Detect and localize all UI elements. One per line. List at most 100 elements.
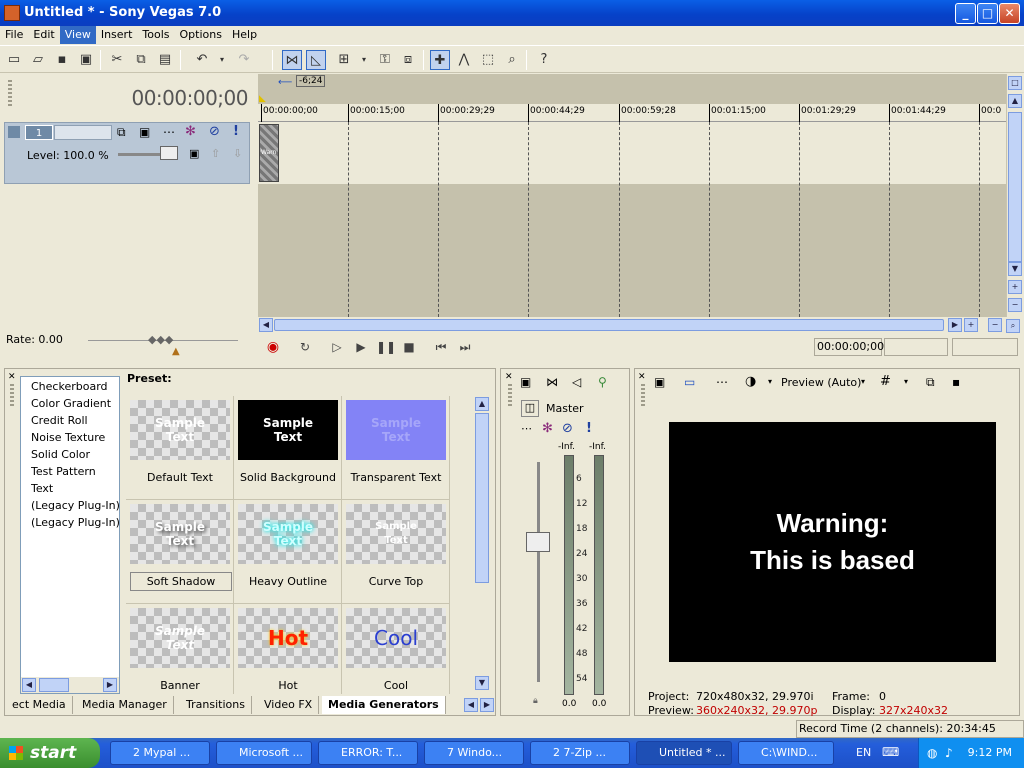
track-motion-icon[interactable]: ⧉ (117, 125, 126, 140)
preview-properties-icon[interactable]: ▣ (654, 375, 665, 389)
panel-close-icon[interactable]: ✕ (8, 372, 16, 382)
volume-icon[interactable]: ♪ (945, 738, 953, 768)
ripple-icon[interactable]: ⊞ (334, 50, 354, 70)
go-to-end-icon[interactable]: ⏭ (456, 338, 474, 356)
scroll-thumb[interactable] (39, 678, 69, 692)
pause-icon[interactable]: ❚❚ (376, 338, 396, 356)
drag-handle[interactable] (641, 384, 645, 408)
solo-icon[interactable]: ! (586, 421, 592, 436)
tab-video-fx[interactable]: Video FX (258, 696, 320, 714)
generator-item[interactable]: Solid Color (31, 448, 119, 461)
media-clip[interactable]: Warn (259, 124, 279, 182)
compositing-icon[interactable]: ⋯ (163, 125, 175, 139)
move-up-icon[interactable]: ⇧ (211, 147, 220, 160)
video-track-header[interactable]: 1 ⧉ ▣ ⋯ ✻ ⊘ ! Level: 100.0 % ▣ ⇧ ⇩ (4, 122, 250, 184)
selection-start-field[interactable] (884, 338, 948, 356)
video-track-lane[interactable] (258, 122, 1006, 184)
drag-handle[interactable] (8, 80, 12, 108)
menu-file[interactable]: File (0, 26, 28, 44)
open-icon[interactable]: ▱ (28, 50, 48, 70)
dim-output-icon[interactable]: ◁ (572, 375, 581, 389)
horizontal-scrollbar[interactable]: ◀ ▶ + − (258, 317, 1006, 333)
save-icon[interactable]: ▪ (52, 50, 72, 70)
zoom-tool-icon[interactable]: ⌕ (1006, 319, 1020, 333)
mute-icon[interactable]: ⊘ (209, 124, 220, 139)
generator-item[interactable]: (Legacy Plug-In) T (31, 499, 119, 512)
maximize-track-icon[interactable]: □ (1008, 76, 1022, 90)
copy-icon[interactable]: ⧉ (131, 50, 151, 70)
split-screen-icon[interactable]: ◑ (745, 374, 756, 389)
fx-gear-icon[interactable]: ✻ (542, 421, 553, 436)
master-fader-knob[interactable] (526, 532, 550, 552)
selection-length-field[interactable] (952, 338, 1018, 356)
mixer-properties-icon[interactable]: ▣ (520, 375, 531, 389)
zoom-out-horizontal-icon[interactable]: − (988, 318, 1002, 332)
generator-item[interactable]: Checkerboard (31, 380, 119, 393)
taskbar-item-cmd[interactable]: C:\WIND... (738, 741, 834, 765)
record-icon[interactable]: ◉ (264, 338, 282, 356)
overlays-grid-icon[interactable]: # (880, 374, 891, 389)
master-fader-track[interactable] (537, 462, 540, 682)
preview-fx-icon[interactable]: ⋯ (716, 375, 728, 389)
menu-insert[interactable]: Insert (96, 26, 138, 44)
vertical-scrollbar[interactable]: □ ▲ ▼ + − (1006, 74, 1022, 317)
copy-snapshot-icon[interactable]: ⧉ (926, 375, 935, 390)
paste-icon[interactable]: ▤ (155, 50, 175, 70)
panel-close-icon[interactable]: ✕ (638, 372, 646, 382)
compositing-icon[interactable]: ⋯ (521, 422, 532, 435)
taskbar-item-windows[interactable]: 7 Windo... (424, 741, 524, 765)
menu-help[interactable]: Help (227, 26, 262, 44)
drag-handle[interactable] (10, 384, 14, 408)
generator-list[interactable]: Checkerboard Color Gradient Credit Roll … (20, 376, 120, 694)
save-snapshot-icon[interactable]: ▪ (952, 375, 960, 389)
track-fx-icon[interactable]: ▣ (139, 125, 150, 139)
taskbar-item-microsoft[interactable]: Microsoft ... (216, 741, 312, 765)
taskbar-item-mypal[interactable]: 2 Mypal ... (110, 741, 210, 765)
undo-dropdown-icon[interactable]: ▾ (212, 50, 232, 70)
scroll-down-icon[interactable]: ▼ (475, 676, 489, 690)
menu-tools[interactable]: Tools (137, 26, 174, 44)
preset-hot[interactable]: Hot Hot (234, 604, 342, 694)
maximize-button[interactable]: □ (977, 3, 998, 24)
tab-scroll-left-icon[interactable]: ◀ (464, 698, 478, 712)
level-slider-knob[interactable] (160, 146, 178, 160)
redo-icon[interactable]: ↷ (234, 50, 254, 70)
list-hscrollbar[interactable]: ◀ ▶ (21, 677, 119, 693)
external-monitor-icon[interactable]: ▭ (684, 375, 695, 389)
scroll-thumb[interactable] (1008, 112, 1022, 262)
mute-icon[interactable]: ⊘ (562, 421, 573, 436)
preset-soft-shadow[interactable]: Sample Text Soft Shadow (126, 500, 234, 604)
lock-envelopes-icon[interactable]: ⚿ (375, 50, 395, 70)
network-icon[interactable]: ◍ (927, 738, 937, 768)
insert-bus-icon[interactable]: ⚲ (598, 375, 607, 389)
taskbar-item-7zip[interactable]: 2 7-Zip ... (530, 741, 630, 765)
preset-vscrollbar[interactable]: ▲ ▼ (474, 396, 490, 692)
preset-transparent-text[interactable]: Sample Text Transparent Text (342, 396, 450, 500)
zoom-out-vertical-icon[interactable]: − (1008, 298, 1022, 312)
generator-item[interactable]: Text (31, 482, 119, 495)
tab-media-manager[interactable]: Media Manager (76, 696, 174, 714)
generator-item[interactable]: Noise Texture (31, 431, 119, 444)
overlays-dropdown-icon[interactable]: ▾ (904, 377, 908, 386)
play-from-start-icon[interactable]: ▷ (328, 338, 346, 356)
master-bus-icon[interactable]: ◫ (521, 400, 539, 417)
menu-edit[interactable]: Edit (28, 26, 59, 44)
track-name-input[interactable] (54, 125, 112, 140)
stop-icon[interactable]: ■ (400, 338, 418, 356)
language-indicator[interactable]: EN (856, 746, 871, 759)
loop-icon[interactable]: ↻ (296, 338, 314, 356)
menu-options[interactable]: Options (175, 26, 227, 44)
timeline-area[interactable]: -6;24 ⟵ ◣ 00:00:00;00 00:00:15;00 00:00:… (258, 74, 1006, 317)
preview-quality-dropdown-icon[interactable]: ▾ (861, 377, 865, 386)
tab-transitions[interactable]: Transitions (180, 696, 252, 714)
scroll-left-icon[interactable]: ◀ (22, 678, 36, 692)
play-icon[interactable]: ▶ (352, 338, 370, 356)
downmix-icon[interactable]: ⋈ (546, 375, 558, 389)
properties-icon[interactable]: ▣ (76, 50, 96, 70)
keyboard-icon[interactable]: ⌨ (882, 745, 899, 759)
preset-banner[interactable]: Sample Text Banner (126, 604, 234, 694)
undo-icon[interactable]: ↶ (192, 50, 212, 70)
tab-project-media[interactable]: ect Media (6, 696, 73, 714)
split-screen-dropdown-icon[interactable]: ▾ (768, 377, 772, 386)
solo-icon[interactable]: ! (233, 124, 239, 139)
